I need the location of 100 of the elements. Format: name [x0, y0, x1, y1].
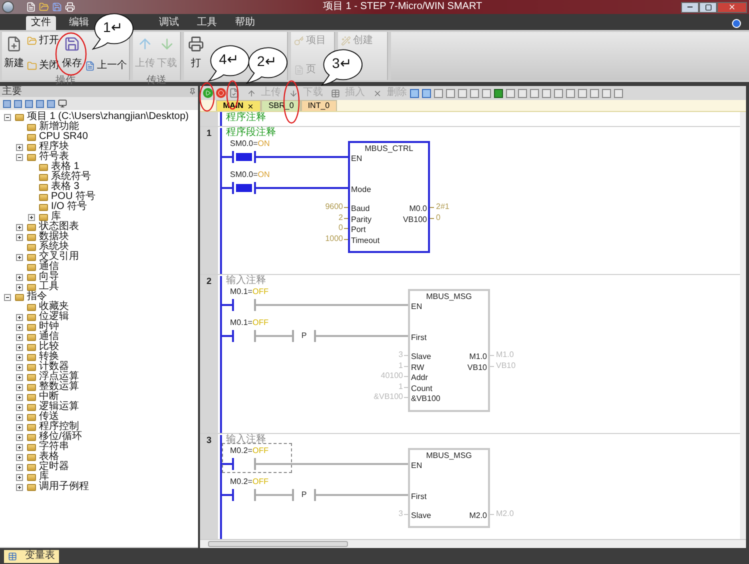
tree-item[interactable]: 交叉引用	[39, 252, 79, 262]
expand-toggle[interactable]	[16, 224, 23, 230]
tree-item[interactable]: 数据块	[39, 232, 69, 242]
tree-item[interactable]: 比较	[39, 342, 59, 352]
expand-toggle[interactable]	[16, 404, 23, 410]
expand-toggle[interactable]	[28, 214, 35, 220]
menu-tab[interactable]: 调试	[154, 16, 184, 30]
expand-toggle[interactable]	[16, 284, 23, 290]
tree-item[interactable]: 浮点运算	[39, 372, 79, 382]
tree-item[interactable]: 新增功能	[39, 122, 79, 132]
tree-item[interactable]: I/O 符号	[51, 202, 88, 212]
tree-item[interactable]: 程序控制	[39, 422, 79, 432]
ribbon-button[interactable]: 关闭	[26, 59, 60, 72]
tree-item[interactable]: 向导	[39, 272, 59, 282]
expand-toggle[interactable]	[16, 344, 23, 350]
minimize-button[interactable]	[681, 2, 699, 12]
maximize-button[interactable]	[699, 2, 717, 12]
tree-item[interactable]: 程序块	[39, 142, 69, 152]
expand-toggle[interactable]	[16, 444, 23, 450]
tree-item[interactable]: 位逻辑	[39, 312, 69, 322]
tree-item[interactable]: 转换	[39, 352, 59, 362]
tree-item[interactable]: 表格	[39, 452, 59, 462]
expand-toggle[interactable]	[16, 314, 23, 320]
tree-item[interactable]: 移位/循环	[39, 432, 82, 442]
expand-toggle[interactable]	[16, 234, 23, 240]
tree-item[interactable]: 收藏夹	[39, 302, 69, 312]
menu-tab[interactable]: 工具	[192, 16, 222, 30]
scrollbar-thumb[interactable]	[208, 541, 348, 547]
expand-toggle[interactable]	[16, 464, 23, 470]
tree-item[interactable]: 传送	[39, 412, 59, 422]
tree-item[interactable]: 指令	[27, 292, 47, 302]
tree-item[interactable]: 符号表	[39, 152, 69, 162]
collapse-toggle[interactable]	[4, 294, 11, 300]
ribbon-button[interactable]: 新建	[4, 32, 24, 76]
expand-toggle[interactable]	[16, 274, 23, 280]
expand-toggle[interactable]	[16, 394, 23, 400]
speech-bubble	[92, 12, 134, 50]
collapse-toggle[interactable]	[16, 154, 23, 160]
close-icon[interactable]	[247, 102, 254, 110]
monitor-icon[interactable]	[58, 99, 67, 108]
tree-item[interactable]: 字符串	[39, 442, 69, 452]
expand-toggle[interactable]	[16, 414, 23, 420]
tree-item[interactable]: 中断	[39, 392, 59, 402]
expand-toggle[interactable]	[16, 434, 23, 440]
tree-item[interactable]: 状态图表	[39, 222, 79, 232]
tree-item[interactable]: 系统块	[39, 242, 69, 252]
expand-toggle[interactable]	[16, 424, 23, 430]
expand-toggle[interactable]	[16, 364, 23, 370]
pin-label: Addr	[411, 373, 428, 382]
tree-item[interactable]: 逻辑运算	[39, 402, 79, 412]
status-tab[interactable]: 变量表	[4, 550, 59, 562]
expand-toggle[interactable]	[16, 484, 23, 490]
menu-tab[interactable]: 文件	[26, 16, 56, 30]
tree-item[interactable]: 调用子例程	[39, 482, 89, 492]
expand-toggle[interactable]	[16, 324, 23, 330]
printer-icon[interactable]	[65, 2, 75, 12]
ribbon-button[interactable]: 打开	[26, 34, 60, 47]
expand-toggle[interactable]	[16, 474, 23, 480]
tree-item[interactable]: 通信	[39, 332, 59, 342]
expand-toggle[interactable]	[16, 254, 23, 260]
function-block[interactable]: MBUS_MSG EN First Slave M2.0	[408, 448, 490, 528]
ribbon-button[interactable]: 上一个	[84, 59, 128, 72]
tree-item[interactable]: 库	[51, 212, 61, 222]
tree-item[interactable]: 通信	[39, 262, 59, 272]
expand-toggle[interactable]	[16, 374, 23, 380]
network-comment[interactable]: 程序段注释	[226, 127, 276, 139]
expand-toggle[interactable]	[16, 384, 23, 390]
tree-item[interactable]: 系统符号	[51, 172, 91, 182]
help-icon[interactable]	[732, 19, 741, 28]
expand-toggle[interactable]	[16, 354, 23, 360]
play-icon[interactable]	[203, 88, 213, 98]
horizontal-scrollbar[interactable]	[200, 539, 746, 548]
new-file-icon[interactable]	[26, 2, 36, 12]
folder-icon[interactable]	[39, 2, 49, 12]
stop-icon[interactable]	[216, 88, 226, 98]
function-block[interactable]: MBUS_MSG EN First Slave RW Addr Count &VB100 M1.0 VB10	[408, 289, 490, 412]
tree-item[interactable]: CPU SR40	[39, 132, 88, 142]
function-block[interactable]: MBUS_CTRL EN Mode Baud Parity Port Timeout M0.0 VB100	[348, 141, 430, 253]
collapse-toggle[interactable]	[4, 114, 11, 120]
tree-item[interactable]: 表格 1	[51, 162, 80, 172]
ribbon-button[interactable]: 打	[186, 32, 206, 76]
expand-toggle[interactable]	[16, 334, 23, 340]
tree-item[interactable]: 时钟	[39, 322, 59, 332]
tree-item[interactable]: 整数运算	[39, 382, 79, 392]
editor-tab[interactable]: INT_0	[300, 100, 337, 111]
tree-item[interactable]: 计数器	[39, 362, 69, 372]
expand-toggle[interactable]	[16, 144, 23, 150]
app-logo-icon[interactable]	[2, 1, 14, 13]
menu-tab[interactable]: 帮助	[230, 16, 260, 30]
close-button[interactable]	[717, 2, 747, 12]
tree-item[interactable]: 工具	[39, 282, 59, 292]
tree-item[interactable]: 表格 3	[51, 182, 80, 192]
tree-item[interactable]: 定时器	[39, 462, 69, 472]
tree-item[interactable]: 项目 1 (C:\Users\zhangjian\Desktop)	[27, 112, 189, 122]
compile-icon[interactable]	[229, 88, 239, 98]
pin-icon[interactable]	[189, 88, 196, 95]
menu-tab[interactable]: 编辑	[64, 16, 94, 30]
tree-item[interactable]: POU 符号	[51, 192, 96, 202]
tree-item[interactable]: 库	[39, 472, 49, 482]
expand-toggle[interactable]	[16, 454, 23, 460]
